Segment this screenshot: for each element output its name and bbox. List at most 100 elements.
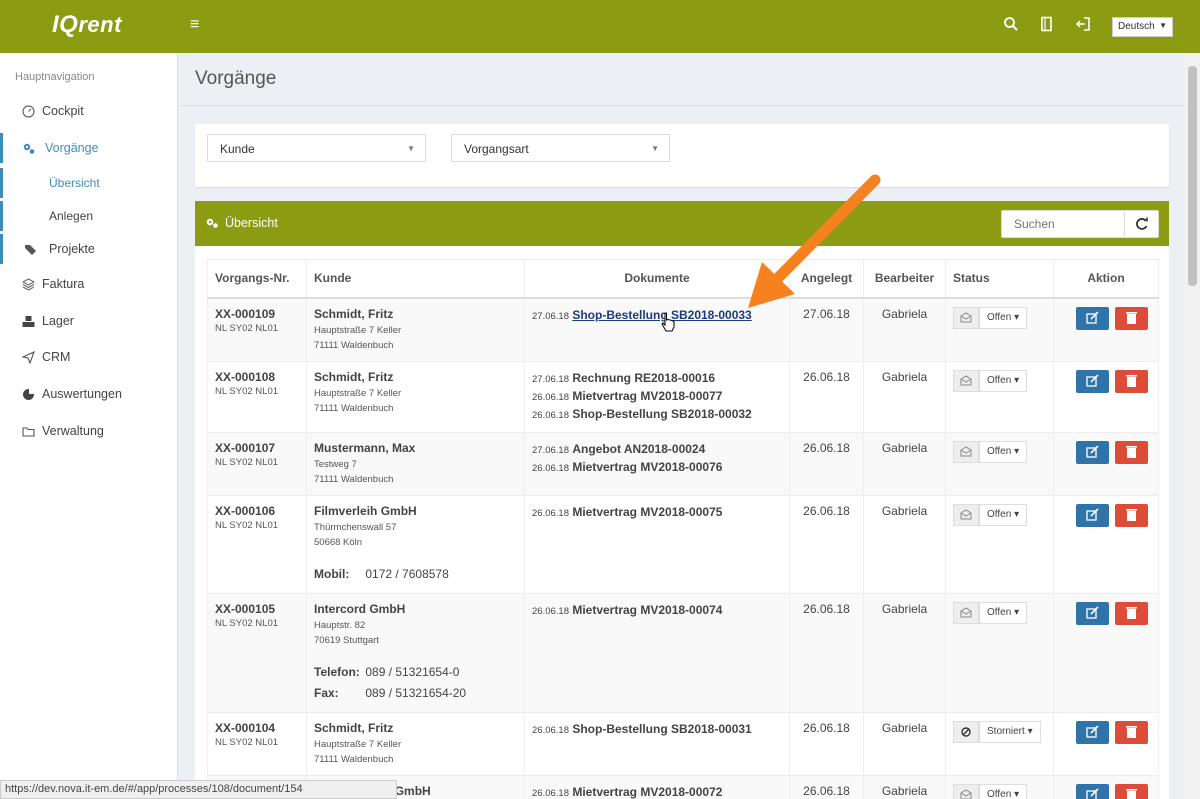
status-dropdown[interactable]: Offen ▾ [979, 601, 1028, 624]
table-row[interactable]: XX-000105 NL SY02 NL01 Intercord GmbH Haupt… [207, 592, 1159, 713]
delete-button[interactable] [1115, 601, 1148, 625]
document-entry[interactable]: 26.06.18 Shop-Bestellung SB2018-00031 [532, 721, 782, 739]
column-header[interactable]: Angelegt [789, 259, 864, 299]
edit-button[interactable] [1076, 783, 1109, 799]
document-entry[interactable]: 26.06.18 Mietvertrag MV2018-00072 [532, 784, 782, 799]
refresh-button[interactable] [1124, 211, 1158, 237]
table-row[interactable]: XX-000109 NL SY02 NL01 Schmidt, Fritz Haupt… [207, 297, 1159, 362]
table-row[interactable]: XX-000106 NL SY02 NL01 Filmverleih GmbH Thü… [207, 494, 1159, 594]
delete-button[interactable] [1115, 440, 1148, 464]
branch-code: NL SY02 NL01 [215, 519, 279, 531]
process-number[interactable]: XX-000104 [215, 721, 299, 735]
document-link[interactable]: Shop-Bestellung SB2018-00032 [572, 407, 751, 421]
process-number[interactable]: XX-000106 [215, 504, 299, 518]
document-link[interactable]: Mietvertrag MV2018-00075 [572, 505, 722, 519]
edit-button[interactable] [1076, 720, 1109, 744]
column-header[interactable]: Aktion [1053, 259, 1159, 299]
process-number[interactable]: XX-000107 [215, 441, 299, 455]
sidebar-subitem-anlegen[interactable]: Anlegen [0, 201, 177, 231]
sidebar-item-vorgaenge[interactable]: Vorgänge [0, 133, 177, 163]
edit-button[interactable] [1076, 601, 1109, 625]
document-link[interactable]: Mietvertrag MV2018-00074 [572, 603, 722, 617]
edit-button[interactable] [1076, 369, 1109, 393]
edit-icon [1086, 310, 1099, 324]
book-icon[interactable] [1039, 16, 1055, 32]
envelope-icon[interactable] [953, 369, 979, 392]
sidebar-item-faktura[interactable]: Faktura [0, 269, 177, 299]
customer-name[interactable]: Schmidt, Fritz [314, 370, 517, 384]
table-row[interactable]: XX-000108 NL SY02 NL01 Schmidt, Fritz Haupt… [207, 360, 1159, 433]
table-row[interactable]: XX-000104 NL SY02 NL01 Schmidt, Fritz Haupt… [207, 711, 1159, 776]
envelope-icon[interactable] [953, 440, 979, 463]
document-entry[interactable]: 26.06.18 Shop-Bestellung SB2018-00032 [532, 406, 782, 424]
document-link[interactable]: Mietvertrag MV2018-00077 [572, 389, 722, 403]
edit-icon [1086, 373, 1099, 387]
customer-name[interactable]: Schmidt, Fritz [314, 307, 517, 321]
sidebar-subitem-uebersicht[interactable]: Übersicht [0, 168, 177, 198]
envelope-icon[interactable] [953, 783, 979, 799]
customer-name[interactable]: Intercord GmbH [314, 602, 517, 616]
logout-icon[interactable] [1075, 16, 1091, 32]
customer-select[interactable]: Kunde ▼ [207, 134, 426, 162]
column-header[interactable]: Status [945, 259, 1054, 299]
document-entry[interactable]: 26.06.18 Mietvertrag MV2018-00077 [532, 388, 782, 406]
status-dropdown[interactable]: Offen ▾ [979, 369, 1028, 392]
status-dropdown[interactable]: Offen ▾ [979, 783, 1028, 799]
column-header[interactable]: Dokumente [524, 259, 790, 299]
process-number[interactable]: XX-000109 [215, 307, 299, 321]
delete-button[interactable] [1115, 369, 1148, 393]
delete-button[interactable] [1115, 783, 1148, 799]
document-link[interactable]: Shop-Bestellung SB2018-00031 [572, 722, 751, 736]
column-header[interactable]: Bearbeiter [863, 259, 946, 299]
status-dropdown[interactable]: Offen ▾ [979, 306, 1028, 329]
column-header[interactable]: Kunde [306, 259, 525, 299]
sidebar-item-crm[interactable]: CRM [0, 342, 177, 372]
document-entry[interactable]: 26.06.18 Mietvertrag MV2018-00075 [532, 504, 782, 522]
envelope-icon[interactable] [953, 306, 979, 329]
menu-toggle-icon[interactable]: ≡ [190, 16, 199, 34]
process-type-select[interactable]: Vorgangsart ▼ [451, 134, 670, 162]
sidebar-item-auswertungen[interactable]: Auswertungen [0, 379, 177, 409]
table-row[interactable]: XX-000107 NL SY02 NL01 Mustermann, Max Test… [207, 431, 1159, 496]
delete-button[interactable] [1115, 306, 1148, 330]
customer-cell: Intercord GmbH Hauptstr. 82 70619 Stuttgar… [306, 592, 525, 713]
language-select[interactable]: Deutsch ▼ [1112, 17, 1173, 37]
status-dropdown[interactable]: Offen ▾ [979, 503, 1028, 526]
sidebar-item-verwaltung[interactable]: Verwaltung [0, 416, 177, 446]
scrollbar-thumb[interactable] [1188, 66, 1197, 286]
edit-button[interactable] [1076, 503, 1109, 527]
document-entry[interactable]: 27.06.18 Rechnung RE2018-00016 [532, 370, 782, 388]
search-icon[interactable] [1003, 16, 1019, 32]
edit-button[interactable] [1076, 440, 1109, 464]
customer-name[interactable]: Mustermann, Max [314, 441, 517, 455]
sidebar-item-lager[interactable]: Lager [0, 306, 177, 336]
sidebar: Hauptnavigation Cockpit Vorgänge Übersic… [0, 53, 178, 799]
process-number[interactable]: XX-000105 [215, 602, 299, 616]
logo[interactable]: IQrent [52, 11, 122, 39]
document-link[interactable]: Rechnung RE2018-00016 [572, 371, 715, 385]
search-input[interactable] [1002, 211, 1124, 237]
edit-button[interactable] [1076, 306, 1109, 330]
edit-icon [1086, 787, 1099, 799]
sidebar-item-cockpit[interactable]: Cockpit [0, 96, 177, 126]
status-dropdown[interactable]: Storniert ▾ [979, 720, 1041, 743]
column-header[interactable]: Vorgangs-Nr. [207, 259, 307, 299]
document-entry[interactable]: 27.06.18 Shop-Bestellung SB2018-00033 [532, 307, 782, 325]
delete-button[interactable] [1115, 720, 1148, 744]
document-link[interactable]: Angebot AN2018-00024 [572, 442, 705, 456]
sidebar-item-projekte[interactable]: Projekte [0, 234, 177, 264]
document-entry[interactable]: 26.06.18 Mietvertrag MV2018-00076 [532, 459, 782, 477]
customer-name[interactable]: Filmverleih GmbH [314, 504, 517, 518]
status-dropdown[interactable]: Offen ▾ [979, 440, 1028, 463]
envelope-icon[interactable] [953, 503, 979, 526]
ban-icon[interactable] [953, 720, 979, 743]
delete-button[interactable] [1115, 503, 1148, 527]
document-link[interactable]: Mietvertrag MV2018-00076 [572, 460, 722, 474]
customer-name[interactable]: Schmidt, Fritz [314, 721, 517, 735]
document-link[interactable]: Mietvertrag MV2018-00072 [572, 785, 722, 799]
process-number[interactable]: XX-000108 [215, 370, 299, 384]
envelope-icon[interactable] [953, 601, 979, 624]
document-entry[interactable]: 27.06.18 Angebot AN2018-00024 [532, 441, 782, 459]
customer-city: 71111 Waldenbuch [314, 473, 394, 485]
document-entry[interactable]: 26.06.18 Mietvertrag MV2018-00074 [532, 602, 782, 620]
